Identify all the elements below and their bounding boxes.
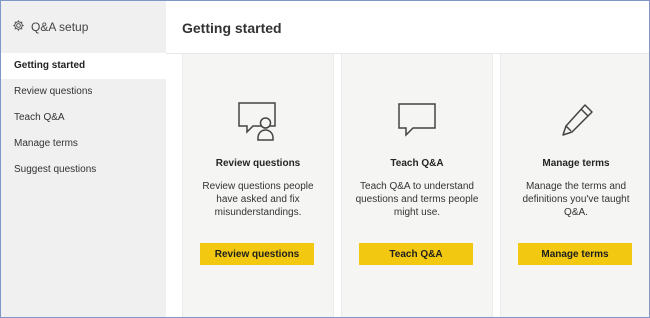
card-description: Teach Q&A to understand questions and te… (355, 181, 479, 218)
card-description: Manage the terms and definitions you've … (522, 181, 630, 218)
manage-terms-card: Manage terms Manage the terms and defini… (500, 54, 649, 317)
sidebar-item-teach-qa[interactable]: Teach Q&A (1, 105, 166, 131)
teach-qa-card: Teach Q&A Teach Q&A to understand questi… (341, 54, 493, 317)
sidebar-title: Q&A setup (31, 20, 89, 34)
sidebar: Q&A setup Getting started Review questio… (1, 1, 166, 317)
manage-terms-button[interactable]: Manage terms (518, 243, 632, 265)
review-questions-button[interactable]: Review questions (200, 243, 314, 265)
speech-bubble-person-icon (236, 100, 280, 142)
page-title: Getting started (182, 20, 282, 36)
card-description: Review questions people have asked and f… (202, 181, 314, 218)
main-panel: Getting started Review questions Review … (166, 1, 649, 317)
card-title: Teach Q&A (390, 158, 444, 169)
qa-setup-window: Q&A setup Getting started Review questio… (0, 0, 650, 318)
gear-icon (12, 19, 25, 35)
sidebar-item-getting-started[interactable]: Getting started (1, 53, 166, 79)
sidebar-item-manage-terms[interactable]: Manage terms (1, 131, 166, 157)
card-title: Manage terms (542, 158, 610, 169)
sidebar-item-review-questions[interactable]: Review questions (1, 79, 166, 105)
sidebar-header: Q&A setup (1, 1, 166, 53)
review-questions-card: Review questions Review questions people… (182, 54, 334, 317)
pencil-icon (554, 100, 598, 142)
teach-qa-button[interactable]: Teach Q&A (359, 243, 473, 265)
sidebar-item-suggest-questions[interactable]: Suggest questions (1, 157, 166, 183)
speech-bubble-icon (395, 100, 439, 142)
card-title: Review questions (215, 158, 301, 169)
